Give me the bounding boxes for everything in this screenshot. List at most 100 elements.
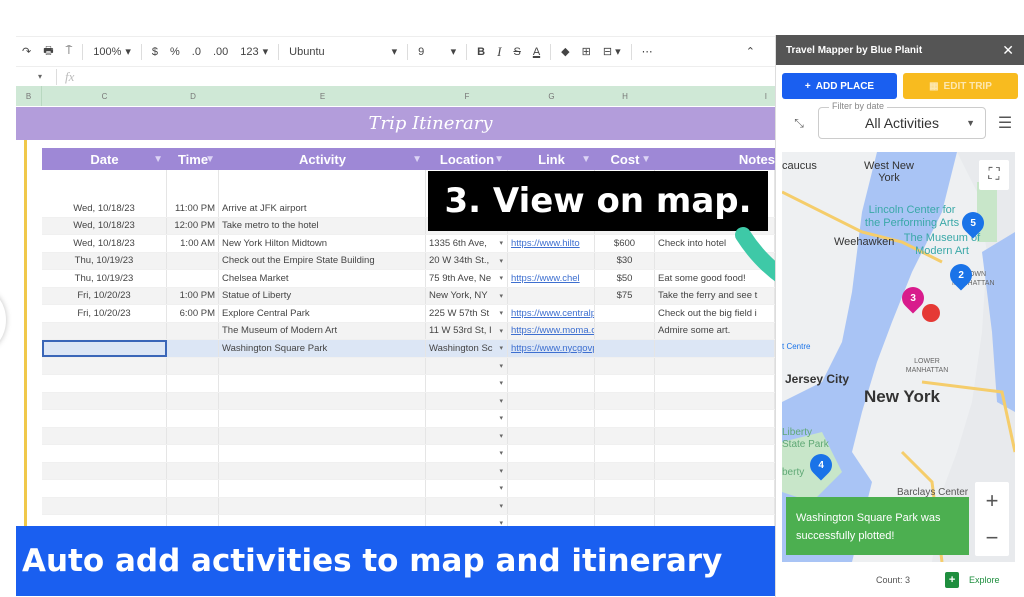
cell-date[interactable]: Thu, 10/19/23	[42, 252, 167, 269]
cell[interactable]	[219, 170, 426, 200]
cell-time[interactable]: 1:00 PM	[167, 287, 219, 304]
cell[interactable]	[655, 410, 775, 427]
settings-sliders-icon[interactable]: ☰	[994, 113, 1016, 133]
cell-link[interactable]: https://www.centralpark.com/	[508, 305, 595, 322]
cell-date[interactable]: Wed, 10/18/23	[42, 200, 167, 217]
dropdown-icon[interactable]: ▾	[499, 432, 503, 440]
expand-icon[interactable]: ⤡	[788, 116, 810, 131]
merge-cells-icon[interactable]: ⊟ ▾	[597, 45, 627, 58]
cell-location[interactable]: 11 W 53rd St, I ▾	[426, 322, 508, 339]
cell-time[interactable]	[167, 270, 219, 287]
frozen-column-marker[interactable]	[24, 140, 27, 540]
cell-link[interactable]	[508, 252, 595, 269]
play-control[interactable]	[0, 290, 6, 350]
cell-date[interactable]: Fri, 10/20/23	[42, 287, 167, 304]
cell-activity[interactable]: Chelsea Market	[219, 270, 426, 287]
column-header[interactable]: E	[219, 86, 426, 106]
zoom-select[interactable]: 100% ▾	[87, 45, 137, 59]
column-header[interactable]: C	[42, 86, 167, 106]
strikethrough-button[interactable]: S	[507, 46, 526, 58]
cell[interactable]: ▾	[426, 410, 508, 427]
cell-location[interactable]: 20 W 34th St., ▾	[426, 252, 508, 269]
cell-activity[interactable]: Arrive at JFK airport	[219, 200, 426, 217]
cell[interactable]	[167, 375, 219, 392]
cell[interactable]	[42, 375, 167, 392]
filter-icon[interactable]: ▼	[581, 154, 591, 165]
more-button[interactable]: ⋯	[636, 45, 659, 58]
format-select[interactable]: 123 ▾	[234, 45, 274, 59]
cell[interactable]	[42, 357, 167, 374]
cell[interactable]	[595, 375, 655, 392]
cell[interactable]	[42, 480, 167, 497]
fullscreen-icon[interactable]: ⛶	[979, 160, 1009, 190]
header-notes[interactable]: Notes	[655, 148, 775, 170]
cell[interactable]	[42, 170, 167, 200]
cell[interactable]	[508, 410, 595, 427]
current-location-pin[interactable]	[922, 304, 940, 322]
cell-activity[interactable]: Check out the Empire State Building	[219, 252, 426, 269]
add-place-button[interactable]: + ADD PLACE	[782, 73, 897, 99]
cell[interactable]	[219, 357, 426, 374]
cell-cost[interactable]	[595, 305, 655, 322]
dropdown-icon[interactable]: ▾	[499, 327, 503, 335]
link-value[interactable]: https://www.chel	[511, 273, 580, 284]
dropdown-icon[interactable]: ▾	[499, 239, 503, 247]
map-view[interactable]: caucus West New York Lincoln Center for …	[782, 152, 1015, 562]
cell[interactable]	[655, 445, 775, 462]
cell[interactable]	[655, 375, 775, 392]
zoom-in-button[interactable]: +	[986, 488, 999, 514]
cell[interactable]	[167, 427, 219, 444]
link-value[interactable]: https://www.hilto	[511, 238, 580, 249]
borders-icon[interactable]: ⊞	[576, 45, 597, 58]
link-value[interactable]: https://www.moma.org/	[511, 325, 594, 336]
percent-button[interactable]: %	[164, 46, 186, 58]
fill-color-icon[interactable]: ◆	[555, 45, 575, 58]
cell[interactable]: ▾	[426, 497, 508, 514]
date-filter-select[interactable]: Filter by date All Activities ▼	[818, 101, 986, 139]
header-location[interactable]: Location ▼	[426, 148, 508, 170]
cell[interactable]: ▾	[426, 375, 508, 392]
cell[interactable]: ▾	[426, 445, 508, 462]
cell-date[interactable]: Wed, 10/18/23	[42, 235, 167, 252]
header-link[interactable]: Link ▼	[508, 148, 595, 170]
cell-activity[interactable]: The Museum of Modern Art	[219, 322, 426, 339]
cell-cost[interactable]	[595, 322, 655, 339]
cell[interactable]	[219, 497, 426, 514]
cell[interactable]	[595, 445, 655, 462]
column-header[interactable]: D	[167, 86, 219, 106]
cell-location[interactable]: 75 9th Ave, Ne ▾	[426, 270, 508, 287]
filter-icon[interactable]: ▼	[641, 154, 651, 165]
cell-date[interactable]: Wed, 10/18/23	[42, 217, 167, 234]
cell-date[interactable]: Fri, 10/20/23	[42, 305, 167, 322]
cell[interactable]	[508, 375, 595, 392]
cell[interactable]	[595, 357, 655, 374]
column-header[interactable]: I	[655, 86, 775, 106]
cell-cost[interactable]: $75	[595, 287, 655, 304]
cell-activity[interactable]: Explore Central Park	[219, 305, 426, 322]
cell[interactable]	[219, 480, 426, 497]
dropdown-icon[interactable]: ▾	[499, 484, 503, 492]
cell[interactable]	[219, 392, 426, 409]
cell-cost[interactable]	[595, 340, 655, 357]
redo-icon[interactable]: ↷	[16, 45, 37, 58]
dropdown-icon[interactable]: ▾	[499, 397, 503, 405]
cell[interactable]	[508, 357, 595, 374]
cell[interactable]	[167, 480, 219, 497]
cell-time[interactable]	[167, 340, 219, 357]
filter-icon[interactable]: ▼	[494, 154, 504, 165]
dropdown-icon[interactable]: ▾	[499, 309, 503, 317]
filter-icon[interactable]: ▼	[205, 154, 215, 165]
cell[interactable]	[595, 480, 655, 497]
cell[interactable]	[42, 462, 167, 479]
cell-time[interactable]	[167, 252, 219, 269]
cell[interactable]	[595, 392, 655, 409]
cell[interactable]	[508, 427, 595, 444]
currency-button[interactable]: $	[146, 46, 164, 58]
cell-link[interactable]: https://www.hilto	[508, 235, 595, 252]
cell[interactable]	[508, 462, 595, 479]
cell-cost[interactable]: $600	[595, 235, 655, 252]
dropdown-icon[interactable]: ▾	[499, 467, 503, 475]
collapse-toolbar-icon[interactable]: ⌃	[740, 45, 761, 58]
cell[interactable]	[167, 357, 219, 374]
cell[interactable]	[655, 480, 775, 497]
